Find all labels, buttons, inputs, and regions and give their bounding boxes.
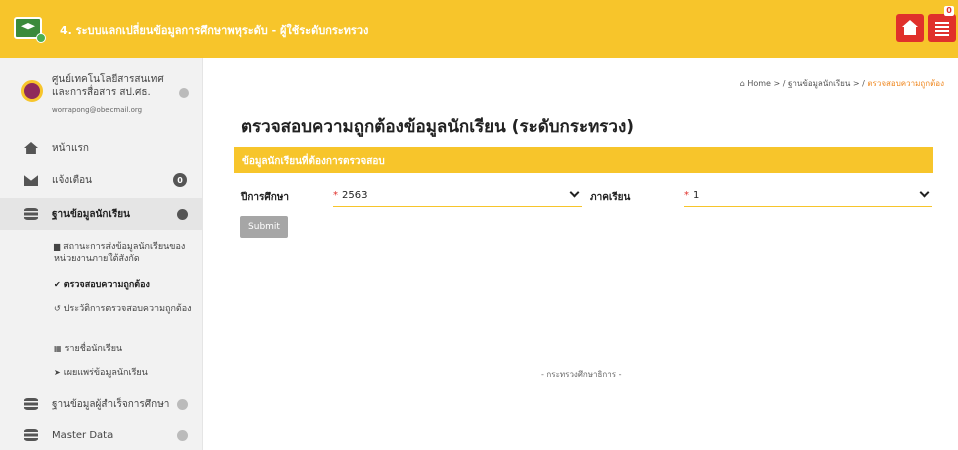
sub-item-label: ตรวจสอบความถูกต้อง	[63, 280, 150, 290]
chevron-down-icon	[569, 187, 580, 198]
org-logo	[21, 80, 43, 102]
database-icon	[24, 208, 38, 220]
app-title: 4. ระบบแลกเปลี่ยนข้อมูลการศึกษาพหุระดับ …	[60, 24, 369, 37]
org-name: ศูนย์เทคโนโลยีสารสนเทศและการสื่อสาร สป.ศ…	[52, 74, 164, 98]
sidebar-item-label: ฐานข้อมูลนักเรียน	[52, 208, 130, 220]
org-menu-toggle[interactable]	[179, 88, 189, 98]
sub-item-validate[interactable]: ✔ ตรวจสอบความถูกต้อง	[54, 279, 194, 291]
sub-item-validation-history[interactable]: ↺ ประวัติการตรวจสอบความถูกต้อง	[54, 303, 194, 315]
notification-count-badge: 0	[173, 173, 187, 187]
expand-toggle-icon[interactable]	[177, 429, 188, 441]
panel-title: ข้อมูลนักเรียนที่ต้องการตรวจสอบ	[242, 156, 385, 167]
paper-plane-icon: ➤	[54, 368, 61, 377]
document-list-icon	[935, 22, 949, 36]
required-mark: *	[684, 190, 689, 201]
home-button[interactable]	[896, 14, 924, 42]
academic-year-label: ปีการศึกษา	[241, 192, 289, 203]
database-icon	[24, 429, 38, 441]
breadcrumb: ⌂ Home > / ฐานข้อมูลนักเรียน > / ตรวจสอบ…	[739, 79, 944, 88]
history-icon: ↺	[54, 304, 61, 313]
academic-year-value: 2563	[342, 190, 368, 201]
sub-item-submission-status[interactable]: ▆ สถานะการส่งข้อมูลนักเรียนของหน่วยงานภาย…	[54, 241, 194, 265]
sub-item-label: ประวัติการตรวจสอบความถูกต้อง	[63, 304, 192, 314]
footer-text: - กระทรวงศึกษาธิการ -	[541, 370, 622, 379]
table-icon: ▦	[54, 344, 62, 353]
app-logo-icon	[14, 17, 46, 43]
check-icon: ✔	[54, 280, 61, 289]
semester-label: ภาคเรียน	[590, 192, 631, 203]
archive-icon: ▆	[54, 242, 61, 251]
chevron-down-icon	[919, 187, 930, 198]
page-title: ตรวจสอบความถูกต้องข้อมูลนักเรียน (ระดับก…	[241, 117, 635, 137]
sidebar-item-label: ฐานข้อมูลผู้สำเร็จการศึกษา	[52, 398, 170, 410]
sidebar-item-graduate-database[interactable]: ฐานข้อมูลผู้สำเร็จการศึกษา	[0, 388, 202, 420]
breadcrumb-student-database[interactable]: ฐานข้อมูลนักเรียน	[788, 79, 850, 88]
org-email: worrapong@obecmail.org	[52, 106, 143, 114]
semester-select[interactable]: * 1	[684, 185, 932, 207]
sidebar-item-label: แจ้งเตือน	[52, 174, 92, 186]
sub-item-student-list[interactable]: ▦ รายชื่อนักเรียน	[54, 343, 194, 355]
sub-item-label: สถานะการส่งข้อมูลนักเรียนของหน่วยงานภายใ…	[54, 242, 186, 264]
sub-item-publish-data[interactable]: ➤ เผยแพร่ข้อมูลนักเรียน	[54, 367, 194, 379]
sidebar-item-home[interactable]: หน้าแรก	[0, 132, 202, 164]
academic-year-select[interactable]: * 2563	[333, 185, 582, 207]
submit-button[interactable]: Submit	[240, 216, 288, 238]
notifications-button[interactable]	[928, 14, 956, 42]
sidebar-item-notifications[interactable]: แจ้งเตือน 0	[0, 164, 202, 196]
sidebar-item-student-database[interactable]: ฐานข้อมูลนักเรียน	[0, 198, 202, 230]
collapse-toggle-icon[interactable]	[177, 208, 188, 220]
notification-badge: 0	[944, 6, 954, 16]
sidebar: ศูนย์เทคโนโลยีสารสนเทศและการสื่อสาร สป.ศ…	[0, 58, 203, 450]
database-icon	[24, 398, 38, 410]
breadcrumb-current: ตรวจสอบความถูกต้อง	[867, 79, 944, 88]
sidebar-item-master-data[interactable]: Master Data	[0, 419, 202, 450]
envelope-icon	[24, 175, 38, 186]
required-mark: *	[333, 190, 338, 201]
sub-item-label: เผยแพร่ข้อมูลนักเรียน	[63, 368, 148, 378]
breadcrumb-home[interactable]: Home	[747, 79, 771, 88]
home-icon	[24, 142, 38, 154]
panel-header: ข้อมูลนักเรียนที่ต้องการตรวจสอบ	[234, 147, 933, 173]
sub-item-label: รายชื่อนักเรียน	[64, 344, 123, 354]
sidebar-item-label: Master Data	[52, 429, 114, 441]
expand-toggle-icon[interactable]	[177, 398, 188, 410]
sidebar-item-label: หน้าแรก	[52, 142, 89, 154]
semester-value: 1	[693, 190, 700, 201]
home-icon: ⌂	[739, 79, 745, 88]
